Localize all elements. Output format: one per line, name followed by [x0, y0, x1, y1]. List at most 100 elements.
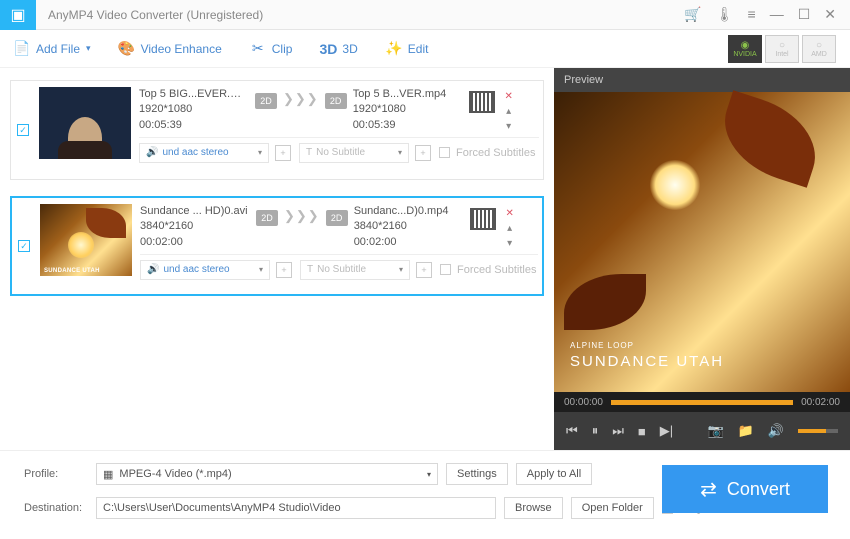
step-button[interactable]: ▶| — [660, 423, 673, 439]
clip-label: Clip — [272, 42, 293, 56]
move-down-button[interactable]: ▾ — [507, 238, 512, 249]
cart-icon[interactable]: 🛒 — [684, 6, 701, 23]
dest-info: Sundanc...D)0.mp4 3840*2160 00:02:00 — [354, 204, 464, 250]
hw-nvidia-badge[interactable]: ◉NVIDIA — [728, 35, 762, 63]
audio-select[interactable]: 🔊 und aac stereo▾ — [140, 260, 270, 280]
audio-select[interactable]: 🔊 und aac stereo▾ — [139, 143, 269, 163]
close-icon[interactable]: ✕ — [824, 6, 836, 23]
speaker-icon: 🔊 — [146, 147, 158, 158]
file-checkbox[interactable]: ✓ — [17, 124, 29, 136]
minimize-icon[interactable]: — — [770, 6, 784, 23]
move-up-button[interactable]: ▴ — [506, 106, 511, 117]
file-thumbnail[interactable]: SUNDANCE UTAH — [40, 204, 132, 276]
convert-label: Convert — [727, 479, 790, 500]
maximize-icon[interactable]: ☐ — [798, 6, 811, 23]
file-card[interactable]: ✓ Top 5 BIG...EVER.MP4 1920*1080 00:05:3… — [10, 80, 544, 180]
preview-viewport[interactable]: ALPINE LOOP SUNDANCE UTAH — [554, 92, 850, 392]
add-file-icon: 📄 — [14, 41, 30, 57]
player-controls: ⏮ ⏸ ⏭ ■ ▶| 📷 📁 🔊 — [554, 412, 850, 450]
file-checkbox[interactable]: ✓ — [18, 240, 30, 252]
convert-icon: ⇄ — [700, 477, 717, 502]
format-icon[interactable] — [469, 91, 495, 113]
preview-caption-large: SUNDANCE UTAH — [570, 353, 724, 370]
subtitle-add-button[interactable]: + — [415, 145, 431, 161]
time-current: 00:00:00 — [564, 397, 603, 408]
source-info: Top 5 BIG...EVER.MP4 1920*1080 00:05:39 — [139, 87, 249, 133]
forced-subtitles-label: Forced Subtitles — [457, 264, 536, 276]
3d-icon: 3D — [320, 41, 336, 57]
snapshot-button[interactable]: 📷 — [707, 423, 723, 439]
stop-button[interactable]: ■ — [638, 424, 646, 439]
subtitle-select[interactable]: T No Subtitle▾ — [299, 143, 409, 163]
3d-button[interactable]: 3D 3D — [320, 41, 357, 57]
open-folder-button[interactable]: Open Folder — [571, 497, 654, 519]
arrow-icon: ❯❯❯ — [284, 208, 320, 224]
2d-badge: 2D — [326, 210, 348, 226]
2d-badge: 2D — [256, 210, 278, 226]
window-title: AnyMP4 Video Converter (Unregistered) — [48, 8, 263, 22]
edit-label: Edit — [408, 42, 429, 56]
destination-input[interactable]: C:\Users\User\Documents\AnyMP4 Studio\Vi… — [96, 497, 496, 519]
browse-button[interactable]: Browse — [504, 497, 563, 519]
video-enhance-button[interactable]: 🎨 Video Enhance — [119, 41, 222, 57]
remove-file-button[interactable]: ✕ — [505, 208, 513, 219]
audio-add-button[interactable]: + — [276, 262, 292, 278]
subtitle-select[interactable]: T No Subtitle▾ — [300, 260, 410, 280]
dest-info: Top 5 B...VER.mp4 1920*1080 00:05:39 — [353, 87, 463, 133]
audio-add-button[interactable]: + — [275, 145, 291, 161]
settings-button[interactable]: Settings — [446, 463, 508, 485]
forced-subtitles-checkbox[interactable] — [440, 264, 451, 275]
destination-label: Destination: — [24, 502, 88, 514]
wand-icon: ✨ — [386, 41, 402, 57]
text-icon: T — [306, 147, 312, 158]
text-icon: T — [307, 264, 313, 275]
titlebar: ▣ AnyMP4 Video Converter (Unregistered) … — [0, 0, 850, 30]
2d-badge: 2D — [255, 93, 277, 109]
volume-slider[interactable] — [798, 429, 838, 433]
toolbar: 📄 Add File ▾ 🎨 Video Enhance ✂ Clip 3D 3… — [0, 30, 850, 68]
remove-file-button[interactable]: ✕ — [504, 91, 512, 102]
open-folder-button[interactable]: 📁 — [738, 423, 754, 439]
preview-caption-small: ALPINE LOOP — [570, 341, 634, 350]
speaker-icon: 🔊 — [147, 264, 159, 275]
edit-button[interactable]: ✨ Edit — [386, 41, 429, 57]
app-logo: ▣ — [0, 0, 36, 30]
volume-icon[interactable]: 🔊 — [768, 423, 784, 439]
chevron-down-icon: ▾ — [86, 43, 91, 54]
file-list-pane: ✓ Top 5 BIG...EVER.MP4 1920*1080 00:05:3… — [0, 68, 554, 450]
convert-button[interactable]: ⇄ Convert — [662, 465, 828, 513]
clip-button[interactable]: ✂ Clip — [250, 41, 293, 57]
format-icon[interactable] — [470, 208, 496, 230]
file-card[interactable]: ✓ SUNDANCE UTAH Sundance ... HD)0.avi 38… — [10, 196, 544, 296]
next-frame-button[interactable]: ⏭ — [612, 423, 624, 439]
move-down-button[interactable]: ▾ — [506, 121, 511, 132]
hw-intel-badge[interactable]: ○Intel — [765, 35, 799, 63]
file-thumbnail[interactable] — [39, 87, 131, 159]
source-info: Sundance ... HD)0.avi 3840*2160 00:02:00 — [140, 204, 250, 250]
move-up-button[interactable]: ▴ — [507, 223, 512, 234]
3d-label: 3D — [342, 42, 357, 56]
preview-label: Preview — [554, 68, 850, 92]
profile-select[interactable]: ▦ MPEG-4 Video (*.mp4) ▾ — [96, 463, 438, 485]
enhance-label: Video Enhance — [141, 42, 222, 56]
add-file-button[interactable]: 📄 Add File ▾ — [14, 41, 91, 57]
forced-subtitles-checkbox[interactable] — [439, 147, 450, 158]
scissors-icon: ✂ — [250, 41, 266, 57]
arrow-icon: ❯❯❯ — [283, 91, 319, 107]
prev-button[interactable]: ⏮ — [566, 423, 578, 439]
key-icon[interactable]: 🌡 — [716, 6, 734, 23]
preview-pane: Preview ALPINE LOOP SUNDANCE UTAH 00:00:… — [554, 68, 850, 450]
scrub-bar[interactable] — [611, 400, 793, 405]
add-file-label: Add File — [36, 42, 80, 56]
pause-button[interactable]: ⏸ — [592, 423, 599, 439]
menu-icon[interactable]: ≡ — [748, 6, 756, 23]
scrub-bar-row: 00:00:00 00:02:00 — [554, 392, 850, 412]
apply-all-button[interactable]: Apply to All — [516, 463, 592, 485]
2d-badge: 2D — [325, 93, 347, 109]
enhance-icon: 🎨 — [119, 41, 135, 57]
subtitle-add-button[interactable]: + — [416, 262, 432, 278]
profile-label: Profile: — [24, 468, 88, 480]
hw-amd-badge[interactable]: ○AMD — [802, 35, 836, 63]
time-total: 00:02:00 — [801, 397, 840, 408]
forced-subtitles-label: Forced Subtitles — [456, 147, 535, 159]
